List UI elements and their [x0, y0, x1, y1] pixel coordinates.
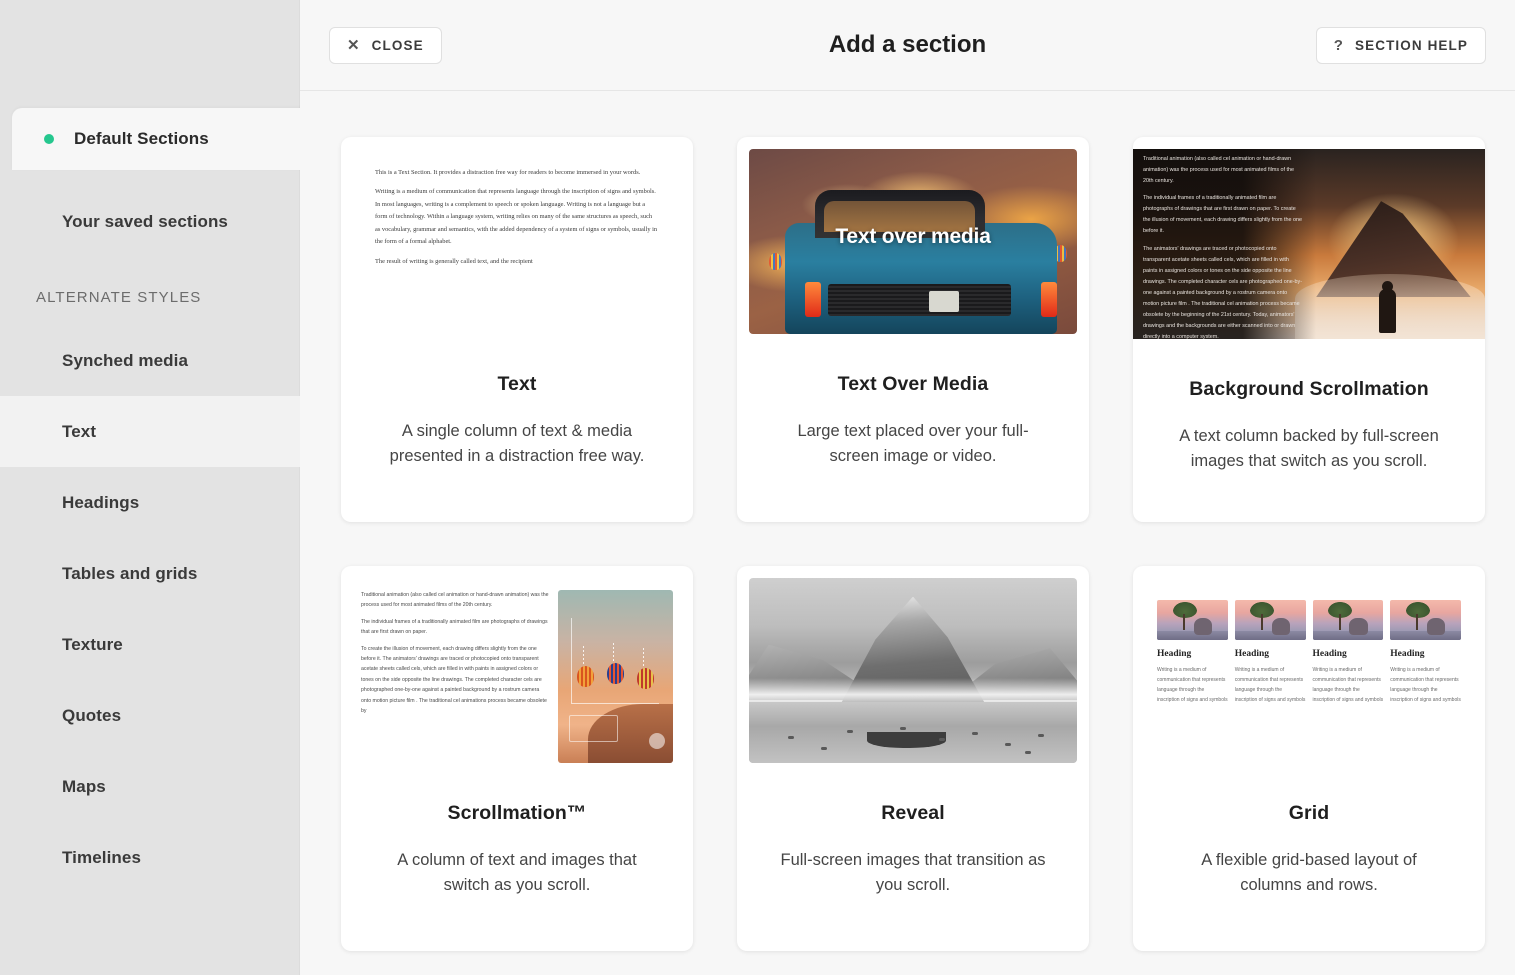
- sidebar-nav: Your saved sections ALTERNATE STYLES Syn…: [0, 186, 300, 893]
- grid-preview-column: Heading Writing is a medium of communica…: [1234, 600, 1306, 763]
- card-description: A single column of text & media presente…: [389, 422, 645, 466]
- card-preview-media-overlay: Text over media: [749, 149, 1077, 334]
- sidebar-item-timelines[interactable]: Timelines: [0, 822, 300, 893]
- sidebar: Default Sections Your saved sections ALT…: [0, 0, 310, 975]
- section-help-label: SECTION HELP: [1355, 37, 1468, 53]
- sidebar-item-quotes[interactable]: Quotes: [0, 680, 300, 751]
- card-preview-background-scrollmation: Traditional animation (also called cel a…: [1133, 149, 1485, 339]
- grid-column-body: Writing is a medium of communication tha…: [1312, 667, 1384, 703]
- grid-column-body: Writing is a medium of communication tha…: [1390, 667, 1461, 703]
- add-section-modal: Default Sections Your saved sections ALT…: [0, 0, 1515, 975]
- grid-column-heading: Heading: [1157, 649, 1192, 659]
- section-card-text-over-media[interactable]: Text over media Text Over Media Large te…: [737, 137, 1089, 522]
- tree-elephant-photo: [1234, 600, 1306, 640]
- card-title: Background Scrollmation: [1189, 378, 1429, 400]
- grid-preview-column: Heading Writing is a medium of communica…: [1312, 600, 1384, 763]
- tree-elephant-photo: [1390, 600, 1461, 640]
- active-indicator-dot: [44, 134, 54, 144]
- sidebar-tab-label: Default Sections: [74, 129, 209, 148]
- card-title: Scrollmation™: [447, 802, 587, 824]
- person-silhouette-icon: [1379, 281, 1397, 334]
- close-x-icon: ✕: [347, 36, 361, 54]
- sidebar-item-label: Your saved sections: [62, 211, 228, 231]
- section-card-scrollmation[interactable]: Traditional animation (also called cel a…: [341, 566, 693, 951]
- card-description: Full-screen images that transition as yo…: [780, 851, 1046, 895]
- question-mark-icon: ?: [1333, 36, 1345, 54]
- sidebar-tab-default-sections[interactable]: Default Sections: [12, 108, 310, 170]
- sidebar-item-your-saved-sections[interactable]: Your saved sections: [0, 186, 300, 257]
- tree-elephant-photo: [1157, 600, 1228, 640]
- preview-paragraph: To create the illusion of movement, each…: [361, 645, 547, 715]
- card-preview-scrollmation: Traditional animation (also called cel a…: [353, 578, 681, 763]
- section-type-gallery: This is a Text Section. It provides a di…: [300, 91, 1515, 975]
- mountain-sunset-photo: Traditional animation (also called cel a…: [1133, 149, 1485, 339]
- card-description: A column of text and images that switch …: [397, 851, 637, 895]
- preview-paragraph: Traditional animation (also called cel a…: [361, 592, 549, 609]
- preview-paragraph: The individual frames of a traditionally…: [361, 618, 548, 636]
- preview-paragraph: This is a Text Section. It provides a di…: [375, 169, 641, 176]
- grid-column-heading: Heading: [1312, 649, 1347, 659]
- preview-paragraph: The animators' drawings are traced or ph…: [1143, 245, 1303, 339]
- sidebar-item-label: Maps: [62, 776, 106, 796]
- card-preview-grid: Heading Writing is a medium of communica…: [1145, 578, 1473, 763]
- card-description: A text column backed by full-screen imag…: [1179, 427, 1439, 471]
- main-panel: ✕ CLOSE Add a section ? SECTION HELP Thi…: [300, 0, 1515, 975]
- grid-column-heading: Heading: [1234, 649, 1270, 659]
- section-card-text[interactable]: This is a Text Section. It provides a di…: [341, 137, 693, 522]
- tree-elephant-photo: [1312, 600, 1384, 640]
- section-card-background-scrollmation[interactable]: Traditional animation (also called cel a…: [1133, 137, 1485, 522]
- hot-air-balloons-photo: [557, 590, 673, 763]
- preview-paragraph: The result of writing is generally calle…: [375, 257, 533, 265]
- section-card-reveal[interactable]: Reveal Full-screen images that transitio…: [737, 566, 1089, 951]
- card-title: Reveal: [881, 802, 945, 824]
- convertible-car-photo: Text over media: [749, 149, 1077, 334]
- grid-column-heading: Heading: [1390, 649, 1425, 659]
- sidebar-item-label: Synched media: [62, 350, 189, 370]
- preview-paragraph: Traditional animation (also called cel a…: [1143, 156, 1295, 185]
- grayscale-mountain-lake-photo: [749, 578, 1077, 763]
- sidebar-item-label: Texture: [62, 634, 123, 654]
- card-title: Text Over Media: [837, 373, 989, 395]
- sidebar-item-label: Text: [62, 421, 97, 441]
- card-preview-text-column: This is a Text Section. It provides a di…: [353, 149, 681, 334]
- card-preview-reveal: [749, 578, 1077, 763]
- close-button-label: CLOSE: [371, 37, 424, 53]
- sidebar-item-label: Tables and grids: [62, 563, 198, 583]
- sidebar-item-label: Quotes: [62, 705, 122, 725]
- grid-preview-column: Heading Writing is a medium of communica…: [1390, 600, 1461, 763]
- sidebar-item-text[interactable]: Text: [0, 396, 300, 467]
- preview-paragraph: Writing is a medium of communication tha…: [375, 188, 658, 246]
- modal-header: ✕ CLOSE Add a section ? SECTION HELP: [300, 0, 1515, 91]
- section-help-button[interactable]: ? SECTION HELP: [1315, 26, 1486, 64]
- card-title: Text: [497, 373, 537, 395]
- card-description: A flexible grid-based layout of columns …: [1201, 851, 1417, 895]
- grid-column-body: Writing is a medium of communication tha…: [1157, 667, 1228, 703]
- close-button[interactable]: ✕ CLOSE: [329, 26, 442, 64]
- card-grid: This is a Text Section. It provides a di…: [341, 137, 1486, 951]
- sidebar-item-label: Headings: [62, 492, 140, 512]
- sidebar-item-headings[interactable]: Headings: [0, 467, 300, 538]
- grid-preview-column: Heading Writing is a medium of communica…: [1157, 600, 1228, 763]
- sidebar-item-texture[interactable]: Texture: [0, 609, 300, 680]
- card-description: Large text placed over your full-screen …: [797, 422, 1029, 466]
- sidebar-item-synched-media[interactable]: Synched media: [0, 325, 300, 396]
- sidebar-item-maps[interactable]: Maps: [0, 751, 300, 822]
- section-card-grid[interactable]: Heading Writing is a medium of communica…: [1133, 566, 1485, 951]
- preview-overlay-text: Text over media: [835, 224, 991, 248]
- sidebar-item-tables-and-grids[interactable]: Tables and grids: [0, 538, 300, 609]
- card-title: Grid: [1288, 802, 1330, 824]
- grid-column-body: Writing is a medium of communication tha…: [1234, 667, 1306, 703]
- sidebar-group-label-alternate-styles: ALTERNATE STYLES: [36, 288, 202, 306]
- preview-paragraph: The individual frames of a traditionally…: [1143, 195, 1303, 235]
- sidebar-item-label: Timelines: [62, 847, 142, 867]
